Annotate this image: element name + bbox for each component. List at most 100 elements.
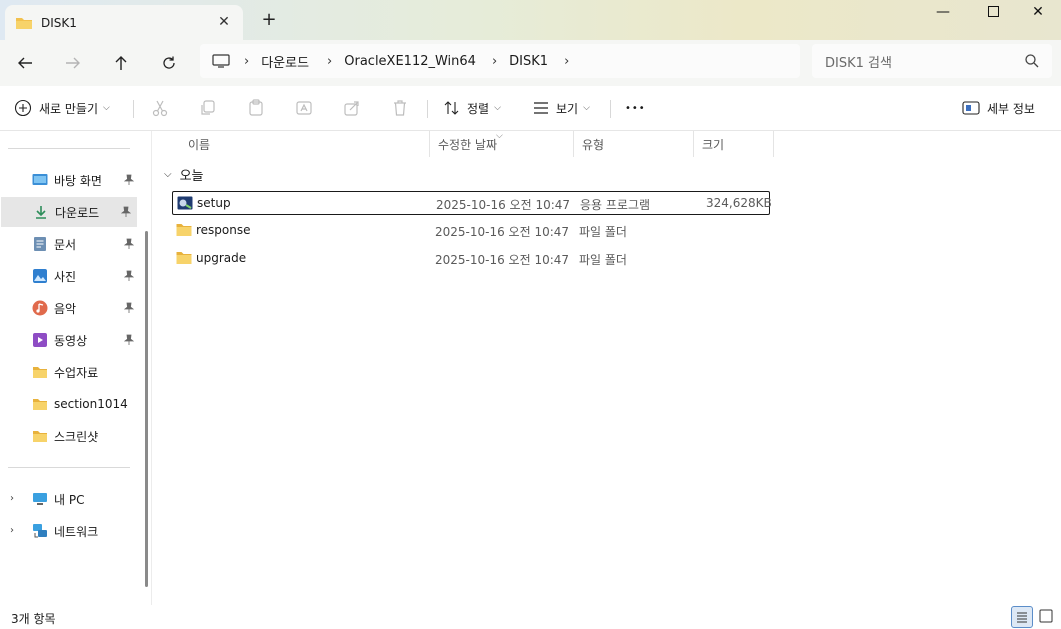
sidebar-item-label: 문서	[54, 237, 77, 252]
file-row-setup[interactable]: setup 2025-10-16 오전 10:47 응용 프로그램 324,62…	[172, 191, 772, 215]
new-tab-button[interactable]: +	[258, 9, 280, 31]
sidebar-item-label: 다운로드	[55, 205, 100, 220]
divider	[8, 467, 130, 468]
folder-icon	[16, 17, 32, 29]
breadcrumb-oraclexe[interactable]: OracleXE112_Win64	[344, 54, 476, 69]
sidebar-item-screenshots[interactable]: 스크린샷	[0, 421, 140, 451]
group-header-today[interactable]: ⌵ 오늘	[164, 165, 204, 184]
details-pane-button[interactable]: 세부 정보	[962, 94, 1035, 122]
sidebar-item-label: 동영상	[54, 333, 88, 348]
address-bar[interactable]: › 다운로드 › OracleXE112_Win64 › DISK1 ›	[200, 44, 800, 78]
more-options-button[interactable]: •••	[625, 94, 646, 122]
file-name: setup	[197, 196, 231, 210]
forward-button[interactable]	[58, 48, 88, 78]
file-type: 파일 폴더	[579, 253, 627, 267]
tiles-view-icon	[1039, 609, 1053, 623]
new-plus-icon	[14, 99, 32, 117]
search-icon	[1025, 54, 1039, 68]
search-input[interactable]: DISK1 검색	[812, 44, 1052, 78]
sort-button[interactable]: 정렬 ⌵	[443, 94, 501, 122]
sidebar-item-music[interactable]: 음악	[0, 293, 140, 323]
sidebar-item-label: 사진	[54, 269, 77, 284]
back-button[interactable]	[10, 48, 40, 78]
column-header-type[interactable]: 유형	[574, 131, 694, 157]
folder-icon	[176, 224, 192, 236]
group-label: 오늘	[179, 169, 204, 184]
sidebar-item-label: 내 PC	[54, 492, 85, 507]
command-bar: 새로 만들기 ⌵ 정렬 ⌵ 보기 ⌵ ••• 세부 정보	[0, 86, 1061, 131]
tab-title: DISK1	[41, 15, 77, 30]
details-view-button[interactable]	[1011, 606, 1033, 628]
pin-icon[interactable]	[124, 238, 134, 250]
chevron-down-icon: ⌵	[494, 103, 501, 113]
share-icon[interactable]	[342, 98, 362, 118]
sidebar-item-this-pc[interactable]: 내 PC	[0, 484, 140, 514]
paste-icon[interactable]	[246, 98, 266, 118]
sidebar-scrollbar[interactable]	[145, 231, 148, 587]
column-header-date[interactable]: 수정한 날짜	[430, 131, 574, 157]
sidebar-item-label: section1014	[54, 397, 128, 411]
sidebar-item-network[interactable]: 네트워크	[0, 516, 140, 546]
column-header-label: 수정한 날짜	[438, 137, 498, 152]
pin-icon[interactable]	[124, 334, 134, 346]
network-icon	[33, 524, 47, 538]
details-pane-icon	[962, 101, 980, 115]
sidebar-item-documents[interactable]: 문서	[0, 229, 140, 259]
file-row-response[interactable]: response 2025-10-16 오전 10:47 파일 폴더	[172, 219, 770, 243]
chevron-right-icon[interactable]: ›	[244, 54, 249, 69]
chevron-down-icon: ⌵	[583, 103, 590, 113]
sort-icon	[444, 101, 459, 115]
up-button[interactable]	[106, 48, 136, 78]
column-header-size[interactable]: 크기	[694, 131, 774, 157]
chevron-right-icon[interactable]: ›	[564, 54, 569, 69]
pin-icon[interactable]	[124, 270, 134, 282]
new-button[interactable]: 새로 만들기 ⌵	[14, 94, 110, 122]
up-arrow-icon	[115, 56, 127, 70]
sidebar-item-pictures[interactable]: 사진	[0, 261, 140, 291]
rename-icon[interactable]	[294, 98, 314, 118]
minimize-button[interactable]: —	[920, 0, 966, 26]
document-icon	[34, 237, 46, 251]
sidebar-item-label: 바탕 화면	[54, 173, 102, 188]
file-list: 이름 ⌵ 수정한 날짜 유형 크기 ⌵ 오늘 setup 2025-10-16 …	[156, 131, 1061, 605]
folder-icon	[33, 367, 47, 378]
column-header-label: 이름	[188, 137, 211, 152]
sidebar-item-class-materials[interactable]: 수업자료	[0, 357, 140, 387]
tab-disk1[interactable]: DISK1 ✕	[5, 5, 243, 40]
pin-icon[interactable]	[121, 206, 131, 218]
sidebar-item-downloads[interactable]: 다운로드	[1, 197, 137, 227]
sort-label: 정렬	[467, 101, 490, 116]
search-placeholder: DISK1 검색	[825, 55, 892, 71]
sidebar-item-videos[interactable]: 동영상	[0, 325, 140, 355]
copy-icon[interactable]	[198, 98, 218, 118]
pin-icon[interactable]	[124, 174, 134, 186]
breadcrumb-downloads[interactable]: 다운로드	[261, 52, 309, 71]
breadcrumb-disk1[interactable]: DISK1	[509, 54, 548, 69]
chevron-down-icon: ⌵	[164, 169, 172, 180]
chevron-right-icon[interactable]: ›	[327, 54, 332, 69]
file-type: 응용 프로그램	[580, 198, 651, 212]
refresh-button[interactable]	[154, 48, 184, 78]
delete-icon[interactable]	[390, 98, 410, 118]
file-row-upgrade[interactable]: upgrade 2025-10-16 오전 10:47 파일 폴더	[172, 247, 770, 271]
tab-close-icon[interactable]: ✕	[215, 13, 233, 31]
pin-icon[interactable]	[124, 302, 134, 314]
chevron-right-icon[interactable]: ›	[492, 54, 497, 69]
sidebar-item-label: 수업자료	[54, 365, 99, 380]
divider	[8, 148, 130, 149]
picture-icon	[33, 269, 47, 283]
sidebar-item-section1014[interactable]: section1014	[0, 389, 140, 419]
sidebar-item-desktop[interactable]: 바탕 화면	[0, 165, 140, 195]
chevron-down-icon: ⌵	[103, 103, 110, 113]
view-button[interactable]: 보기 ⌵	[532, 94, 590, 122]
sidebar-item-label: 스크린샷	[54, 429, 99, 444]
desktop-icon	[32, 174, 48, 185]
column-header-name[interactable]: 이름	[180, 131, 430, 157]
sidebar-item-label: 네트워크	[54, 524, 99, 539]
maximize-button[interactable]	[970, 0, 1016, 26]
tiles-view-button[interactable]	[1036, 606, 1058, 628]
cut-icon[interactable]	[150, 98, 170, 118]
maximize-icon	[987, 6, 999, 17]
file-date: 2025-10-16 오전 10:47	[435, 253, 570, 267]
close-button[interactable]: ✕	[1015, 0, 1061, 26]
